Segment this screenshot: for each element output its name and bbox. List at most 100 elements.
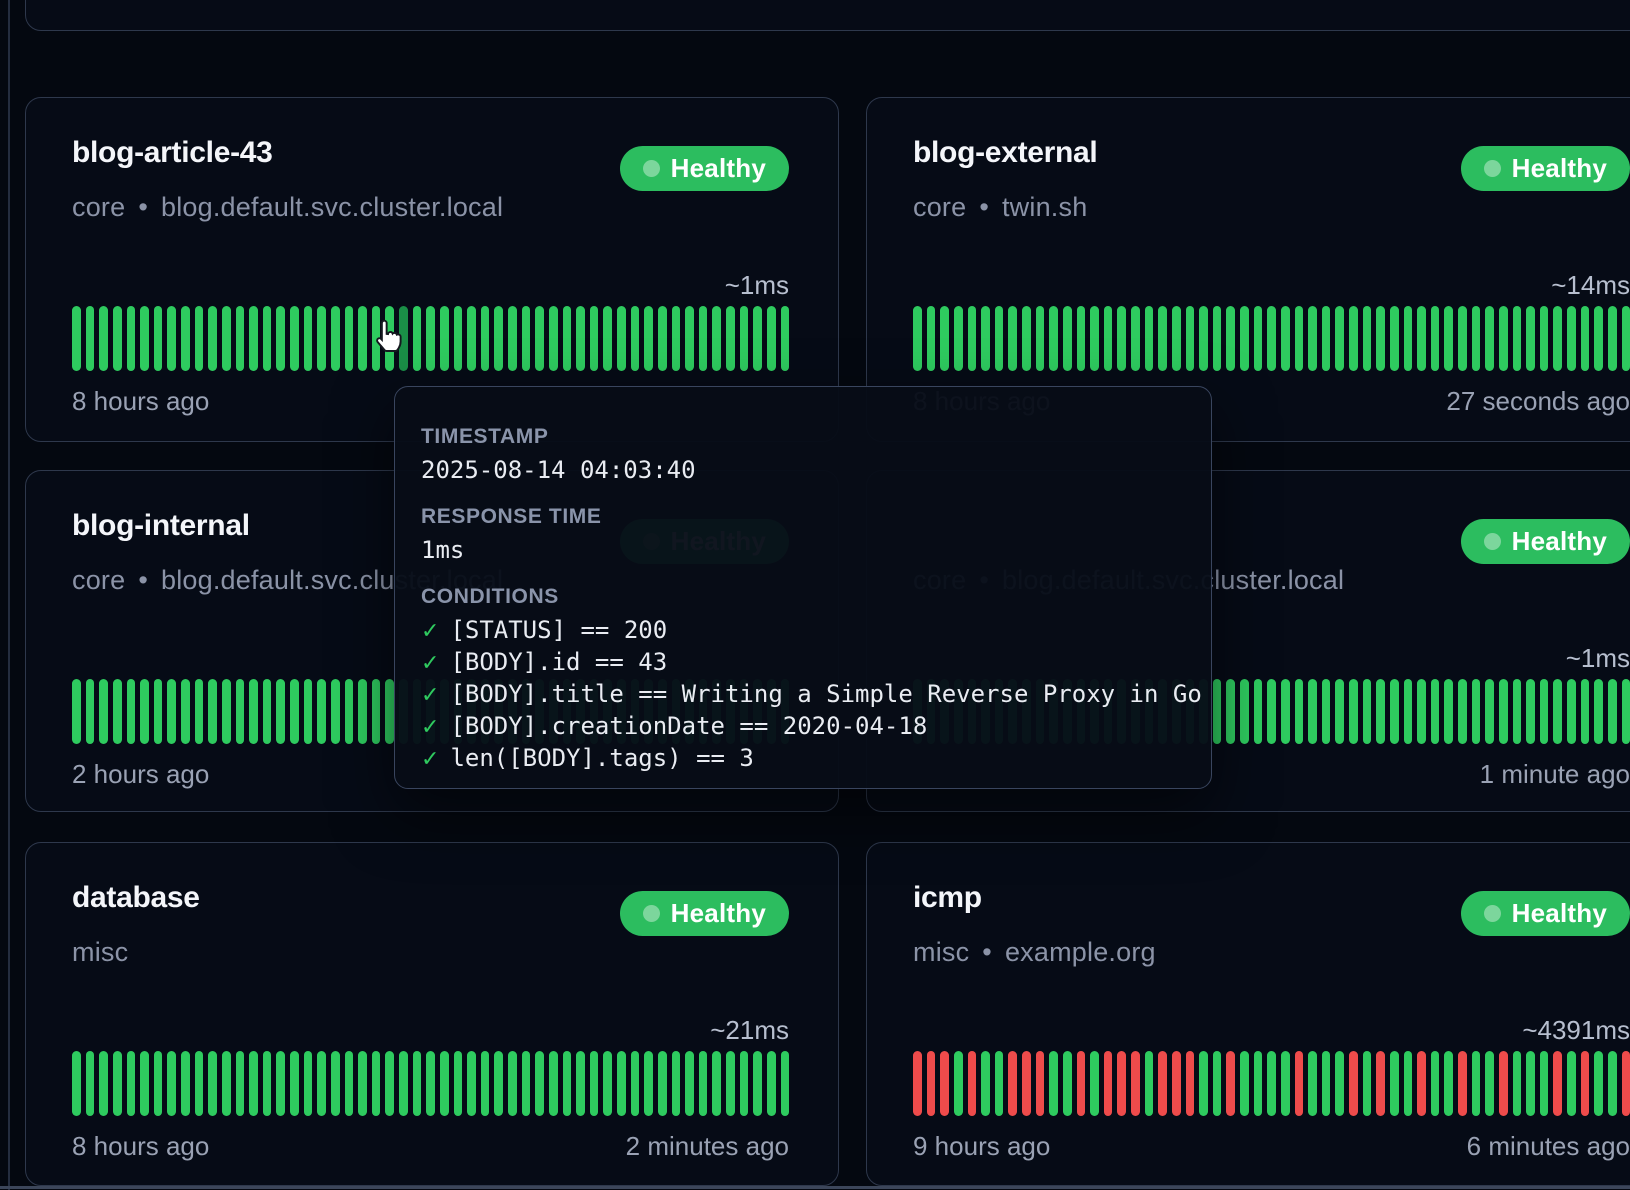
uptime-bar-success[interactable] bbox=[658, 1051, 667, 1116]
uptime-bar-success[interactable] bbox=[263, 679, 272, 744]
uptime-bar-success[interactable] bbox=[1553, 306, 1562, 371]
uptime-bar-success[interactable] bbox=[263, 1051, 272, 1116]
uptime-bar-success[interactable] bbox=[1295, 306, 1304, 371]
uptime-bar-success[interactable] bbox=[113, 306, 122, 371]
uptime-bar-success[interactable] bbox=[576, 306, 585, 371]
uptime-bar-success[interactable] bbox=[535, 306, 544, 371]
uptime-bar-success[interactable] bbox=[72, 306, 81, 371]
uptime-bar-success[interactable] bbox=[236, 306, 245, 371]
uptime-bar-success[interactable] bbox=[399, 1051, 408, 1116]
uptime-bar-success[interactable] bbox=[1295, 679, 1304, 744]
uptime-bar-failure[interactable] bbox=[1295, 1051, 1304, 1116]
uptime-bar-success[interactable] bbox=[154, 306, 163, 371]
uptime-bar-success[interactable] bbox=[317, 679, 326, 744]
uptime-bar-success[interactable] bbox=[195, 306, 204, 371]
uptime-bar-success[interactable] bbox=[549, 306, 558, 371]
uptime-bar-success[interactable] bbox=[140, 1051, 149, 1116]
uptime-bar-success[interactable] bbox=[1444, 306, 1453, 371]
uptime-bar-success[interactable] bbox=[113, 1051, 122, 1116]
uptime-bar-success[interactable] bbox=[590, 1051, 599, 1116]
uptime-bar-success[interactable] bbox=[1077, 306, 1086, 371]
uptime-bar-success[interactable] bbox=[1049, 306, 1058, 371]
uptime-bar-success[interactable] bbox=[1036, 306, 1045, 371]
uptime-bar-success[interactable] bbox=[767, 306, 776, 371]
uptime-bar-success[interactable] bbox=[358, 679, 367, 744]
uptime-bar-success[interactable] bbox=[331, 1051, 340, 1116]
uptime-bar-success[interactable] bbox=[1417, 679, 1426, 744]
uptime-bar-success[interactable] bbox=[1199, 1051, 1208, 1116]
uptime-bar-success[interactable] bbox=[753, 306, 762, 371]
uptime-bar-success[interactable] bbox=[181, 1051, 190, 1116]
uptime-bar-success[interactable] bbox=[249, 306, 258, 371]
uptime-bar-success[interactable] bbox=[1145, 306, 1154, 371]
uptime-bar-success[interactable] bbox=[127, 1051, 136, 1116]
uptime-bar-success[interactable] bbox=[236, 679, 245, 744]
uptime-bar-success[interactable] bbox=[236, 1051, 245, 1116]
uptime-bar-success[interactable] bbox=[712, 306, 721, 371]
uptime-bar-success[interactable] bbox=[1226, 306, 1235, 371]
uptime-bar-success[interactable] bbox=[1131, 306, 1140, 371]
uptime-bar-success[interactable] bbox=[1376, 679, 1385, 744]
uptime-bar-success[interactable] bbox=[1553, 679, 1562, 744]
uptime-bar-failure[interactable] bbox=[1226, 1051, 1235, 1116]
uptime-bar-success[interactable] bbox=[631, 306, 640, 371]
uptime-bar-success[interactable] bbox=[440, 1051, 449, 1116]
uptime-bar-success[interactable] bbox=[617, 306, 626, 371]
uptime-bar-failure[interactable] bbox=[1008, 1051, 1017, 1116]
uptime-bar-success[interactable] bbox=[317, 1051, 326, 1116]
uptime-bar-success[interactable] bbox=[1431, 306, 1440, 371]
uptime-bar-success[interactable] bbox=[113, 679, 122, 744]
uptime-bar-success[interactable] bbox=[1622, 679, 1630, 744]
uptime-bar-success[interactable] bbox=[954, 1051, 963, 1116]
uptime-bar-success[interactable] bbox=[1499, 306, 1508, 371]
uptime-bar-success[interactable] bbox=[1145, 1051, 1154, 1116]
uptime-bar-success[interactable] bbox=[222, 1051, 231, 1116]
uptime-bar-success[interactable] bbox=[426, 306, 435, 371]
uptime-bar-success[interactable] bbox=[1213, 1051, 1222, 1116]
uptime-bar-failure[interactable] bbox=[927, 1051, 936, 1116]
uptime-bar-success[interactable] bbox=[767, 1051, 776, 1116]
uptime-bar-success[interactable] bbox=[1594, 306, 1603, 371]
uptime-bar-success[interactable] bbox=[563, 306, 572, 371]
uptime-bar-success[interactable] bbox=[740, 306, 749, 371]
uptime-bar-success[interactable] bbox=[181, 306, 190, 371]
uptime-bar-failure[interactable] bbox=[1376, 1051, 1385, 1116]
uptime-bar-success[interactable] bbox=[1581, 679, 1590, 744]
uptime-bar-success[interactable] bbox=[72, 679, 81, 744]
uptime-bar-success[interactable] bbox=[154, 679, 163, 744]
uptime-bar-success[interactable] bbox=[1158, 306, 1167, 371]
uptime-bar-failure[interactable] bbox=[913, 1051, 922, 1116]
uptime-bar-success[interactable] bbox=[535, 1051, 544, 1116]
uptime-bar-success[interactable] bbox=[208, 679, 217, 744]
uptime-bar-success[interactable] bbox=[1594, 1051, 1603, 1116]
uptime-bar-success[interactable] bbox=[276, 679, 285, 744]
uptime-bar-success[interactable] bbox=[658, 306, 667, 371]
uptime-bar-success[interactable] bbox=[99, 306, 108, 371]
endpoint-card[interactable]: icmpmisc•example.orgHealthy~4391ms9 hour… bbox=[866, 842, 1630, 1186]
uptime-bar-success[interactable] bbox=[426, 1051, 435, 1116]
endpoint-card[interactable]: databasemiscHealthy~21ms8 hours ago2 min… bbox=[25, 842, 839, 1186]
uptime-bar-success[interactable] bbox=[99, 1051, 108, 1116]
uptime-bar-success[interactable] bbox=[522, 306, 531, 371]
uptime-bar-success[interactable] bbox=[358, 306, 367, 371]
uptime-bar-success[interactable] bbox=[1213, 306, 1222, 371]
uptime-bar-success[interactable] bbox=[1404, 679, 1413, 744]
uptime-bar-success[interactable] bbox=[1281, 679, 1290, 744]
uptime-bar-success[interactable] bbox=[1063, 306, 1072, 371]
uptime-bar-success[interactable] bbox=[1090, 306, 1099, 371]
uptime-bar-failure[interactable] bbox=[1499, 1051, 1508, 1116]
uptime-bar-failure[interactable] bbox=[1458, 1051, 1467, 1116]
uptime-bar-failure[interactable] bbox=[1186, 1051, 1195, 1116]
uptime-bar-success[interactable] bbox=[781, 1051, 790, 1116]
uptime-bar-failure[interactable] bbox=[1104, 1051, 1113, 1116]
uptime-bar-success[interactable] bbox=[1281, 306, 1290, 371]
uptime-bar-success[interactable] bbox=[968, 306, 977, 371]
uptime-bar-success[interactable] bbox=[1431, 679, 1440, 744]
uptime-bar-success[interactable] bbox=[1608, 1051, 1617, 1116]
uptime-bar-success[interactable] bbox=[1213, 679, 1222, 744]
uptime-bar-success[interactable] bbox=[981, 1051, 990, 1116]
uptime-bar-success[interactable] bbox=[726, 1051, 735, 1116]
uptime-bar-success[interactable] bbox=[1240, 679, 1249, 744]
uptime-bar-success[interactable] bbox=[699, 1051, 708, 1116]
uptime-bar-success[interactable] bbox=[913, 306, 922, 371]
